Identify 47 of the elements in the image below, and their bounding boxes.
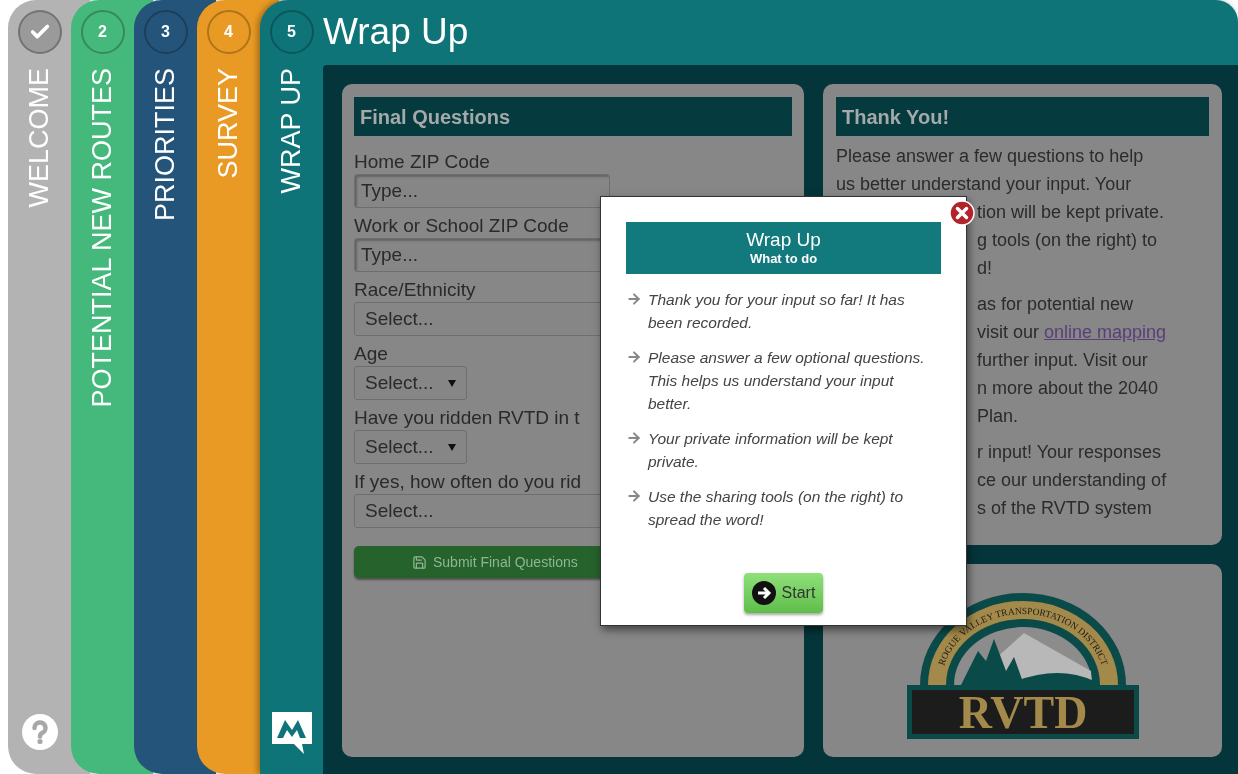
field-label: If yes, how often do you rid: [354, 470, 582, 494]
paragraph-text: Plan.: [977, 405, 1019, 428]
card-header: Thank You!: [836, 97, 1209, 136]
tab-label: PRIORITIES: [152, 68, 179, 222]
field-label: Work or School ZIP Code: [354, 214, 569, 238]
field-label: Age: [354, 342, 388, 366]
speech-bubble-logo-icon: [271, 712, 312, 754]
instruction-text: Your private information will be kept private.: [648, 429, 894, 472]
dialog-title: Wrap Up: [746, 229, 821, 251]
paragraph-text: ce our understanding of: [977, 469, 1167, 492]
select-field[interactable]: Select...: [354, 430, 467, 464]
field-label: Have you ridden RVTD in t: [354, 406, 580, 430]
start-button[interactable]: Start: [743, 573, 824, 613]
card-header: Final Questions: [354, 97, 792, 136]
paragraph-text: s of the RVTD system: [977, 497, 1152, 520]
caret-icon: [447, 379, 456, 387]
text-field[interactable]: Type...: [354, 174, 610, 208]
dialog-subtitle: What to do: [749, 251, 818, 267]
paragraph-text: Please answer a few questions to help: [836, 145, 1144, 168]
step-number-badge: 5: [269, 10, 314, 54]
mapping-link[interactable]: online mapping: [1044, 318, 1167, 346]
arrow-circle-icon: [751, 581, 776, 605]
help-icon: [21, 714, 58, 750]
paragraph-text: d!: [977, 257, 992, 280]
field-label: Home ZIP Code: [354, 150, 490, 174]
tab-label: POTENTIAL NEW ROUTES: [89, 68, 116, 408]
paragraph-text: r input! Your responses: [977, 441, 1162, 464]
page-title: Wrap Up: [323, 13, 469, 50]
step-number-badge: 4: [206, 10, 251, 54]
close-icon[interactable]: [949, 200, 975, 226]
paragraph-text: tion will be kept private.: [977, 201, 1165, 224]
tab-label: SURVEY: [215, 68, 242, 179]
field-label: Race/Ethnicity: [354, 278, 476, 302]
paragraph-text: us better understand your input. Your: [836, 173, 1132, 196]
tab-label: WELCOME: [26, 68, 53, 208]
instruction-text: Please answer a few optional questions. This helps us understand your input better.: [648, 348, 926, 414]
step-number-badge: 3: [143, 10, 188, 54]
caret-icon: [447, 443, 456, 451]
step-number-badge: 2: [80, 10, 125, 54]
select-field[interactable]: Select...: [354, 366, 467, 400]
save-icon: [412, 554, 427, 570]
paragraph-text: visit our: [977, 321, 1040, 344]
paragraph-text: further input. Visit our: [977, 349, 1148, 372]
paragraph-text: n more about the 2040: [977, 377, 1159, 400]
paragraph-text: as for potential new: [977, 293, 1134, 316]
tab-label: WRAP UP: [278, 68, 305, 194]
paragraph-text: g tools (on the right) to: [977, 229, 1158, 252]
